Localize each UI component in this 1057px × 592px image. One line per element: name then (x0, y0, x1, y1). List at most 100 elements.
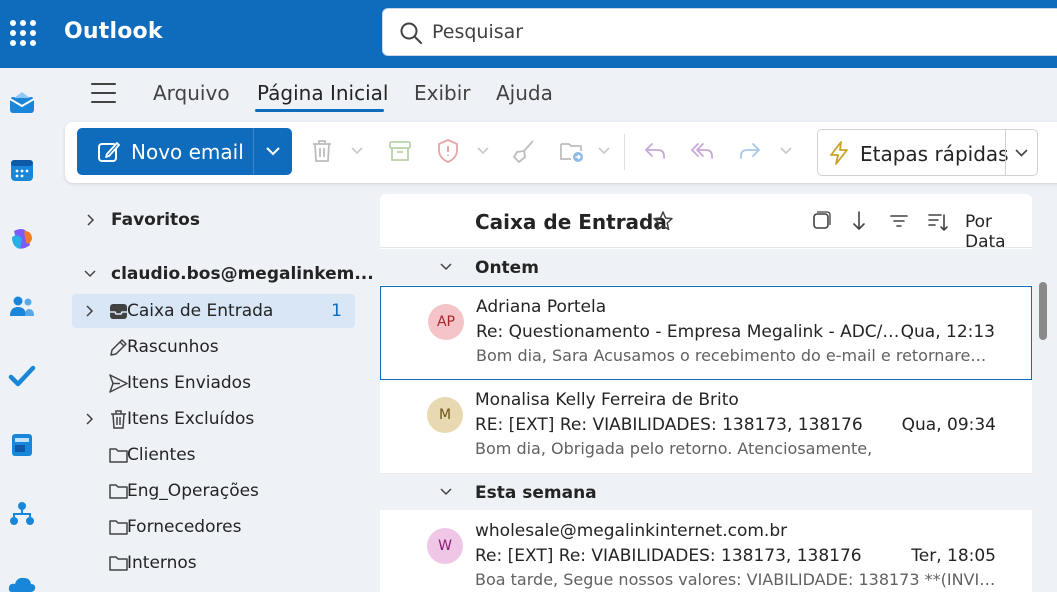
message-sender: Monalisa Kelly Ferreira de Brito (475, 390, 739, 410)
message-item[interactable]: M Monalisa Kelly Ferreira de Brito RE: [… (380, 380, 1032, 474)
folder-inbox[interactable]: Caixa de Entrada 1 (72, 294, 355, 328)
sort-icon[interactable] (927, 210, 949, 232)
app-title[interactable]: Outlook (64, 19, 163, 44)
lightning-icon (830, 141, 848, 165)
active-tab-indicator (255, 109, 384, 112)
chevron-down-icon (440, 488, 452, 496)
message-time: Qua, 12:13 (900, 322, 995, 342)
chevron-down-icon (84, 270, 96, 278)
scrollbar-thumb[interactable] (1039, 282, 1047, 340)
search-icon (400, 22, 422, 44)
onedrive-icon[interactable] (8, 570, 36, 592)
search-box[interactable]: Pesquisar (382, 8, 1057, 56)
chevron-down-icon (440, 263, 452, 271)
folder-icon (109, 448, 128, 463)
chevron-right-icon[interactable] (85, 413, 95, 425)
unread-count: 1 (331, 301, 342, 321)
quick-steps-button[interactable]: Etapas rápidas (817, 129, 1038, 176)
tab-arquivo[interactable]: Arquivo (153, 81, 230, 105)
favorites-header[interactable]: Favoritos (72, 203, 355, 237)
message-list-header: Caixa de Entrada Por Data (380, 194, 1032, 252)
jump-to-icon[interactable] (848, 210, 870, 232)
folder-label: Internos (127, 553, 197, 573)
avatar: W (427, 528, 463, 564)
group-label: Ontem (475, 258, 539, 278)
new-mail-button[interactable]: Novo email (77, 128, 292, 175)
message-subject: Re: Questionamento - Empresa Megalink - … (476, 322, 902, 342)
star-icon[interactable] (652, 210, 674, 232)
toolbar: Novo email Etapas rápidas (65, 122, 1057, 183)
delete-icon[interactable] (309, 138, 335, 164)
mail-icon[interactable] (8, 88, 36, 116)
message-time: Qua, 09:34 (901, 415, 996, 435)
chevron-down-icon[interactable] (598, 147, 610, 155)
chevron-down-icon[interactable] (351, 147, 363, 155)
favorites-label: Favoritos (111, 210, 200, 230)
chevron-down-icon[interactable] (477, 147, 489, 155)
folder-icon (109, 556, 128, 571)
chevron-down-icon[interactable] (1015, 149, 1028, 157)
group-label: Esta semana (475, 483, 597, 503)
folder-label: Fornecedores (127, 517, 242, 537)
folder-deleted[interactable]: Itens Excluídos (72, 402, 355, 436)
folder-eng-operacoes[interactable]: Eng_Operações (72, 474, 355, 508)
folder-label: Rascunhos (127, 337, 219, 357)
reply-all-icon[interactable] (689, 138, 715, 164)
send-icon (109, 374, 128, 393)
chevron-down-icon[interactable] (266, 147, 280, 156)
message-item[interactable]: W wholesale@megalinkinternet.com.br Re: … (380, 511, 1032, 592)
chevron-down-icon[interactable] (780, 147, 792, 155)
folder-pane: Favoritos claudio.bos@megalinkem... Caix… (58, 190, 378, 592)
menu-icon[interactable] (91, 83, 116, 103)
split-divider (1005, 130, 1006, 175)
avatar: AP (428, 304, 464, 340)
group-header-ontem[interactable]: Ontem (380, 249, 1032, 285)
app-launcher-icon[interactable] (10, 20, 36, 46)
archive-icon[interactable] (387, 138, 413, 164)
folder-label: Eng_Operações (127, 481, 259, 501)
folder-icon (109, 484, 128, 499)
group-header-esta-semana[interactable]: Esta semana (380, 474, 1032, 510)
move-to-icon[interactable] (559, 138, 585, 164)
filter-icon[interactable] (888, 210, 910, 232)
message-sender: Adriana Portela (476, 297, 607, 317)
account-label: claudio.bos@megalinkem... (111, 264, 374, 284)
quick-steps-label: Etapas rápidas (860, 142, 1009, 166)
people-icon[interactable] (8, 292, 36, 320)
chevron-right-icon[interactable] (85, 305, 95, 317)
sweep-icon[interactable] (512, 138, 538, 164)
account-header[interactable]: claudio.bos@megalinkem... (72, 257, 374, 291)
message-subject: RE: [EXT] Re: VIABILIDADES: 138173, 1381… (475, 415, 863, 435)
report-icon[interactable] (435, 138, 461, 164)
app-rail (0, 68, 58, 592)
toolbar-divider (624, 134, 625, 170)
select-icon[interactable] (810, 210, 832, 232)
copilot-icon[interactable] (8, 225, 36, 253)
forward-icon[interactable] (737, 138, 763, 164)
search-input[interactable]: Pesquisar (432, 21, 523, 43)
trash-icon (111, 410, 126, 429)
message-preview: Bom dia, Obrigada pelo retorno. Atencios… (475, 439, 873, 458)
chevron-right-icon (87, 214, 95, 226)
sort-label[interactable]: Por Data (965, 212, 1032, 252)
calendar-icon[interactable] (8, 156, 36, 184)
top-bar: Outlook Pesquisar (0, 0, 1057, 68)
new-mail-label: Novo email (131, 140, 244, 164)
tab-ajuda[interactable]: Ajuda (496, 81, 553, 105)
word-icon[interactable] (8, 431, 36, 459)
pencil-icon (110, 339, 127, 356)
folder-internos[interactable]: Internos (72, 546, 355, 580)
ribbon-tabs: Arquivo Página Inicial Exibir Ajuda (58, 68, 1057, 120)
tab-pagina-inicial[interactable]: Página Inicial (257, 81, 388, 105)
folder-sent[interactable]: Itens Enviados (72, 366, 355, 400)
compose-icon (98, 142, 120, 162)
folder-fornecedores[interactable]: Fornecedores (72, 510, 355, 544)
folder-drafts[interactable]: Rascunhos (72, 330, 355, 364)
split-divider (253, 128, 254, 175)
reply-icon[interactable] (642, 138, 668, 164)
org-explorer-icon[interactable] (8, 500, 36, 528)
folder-clientes[interactable]: Clientes (72, 438, 355, 472)
todo-icon[interactable] (8, 362, 36, 390)
tab-exibir[interactable]: Exibir (414, 81, 471, 105)
message-item[interactable]: AP Adriana Portela Re: Questionamento - … (380, 286, 1032, 380)
